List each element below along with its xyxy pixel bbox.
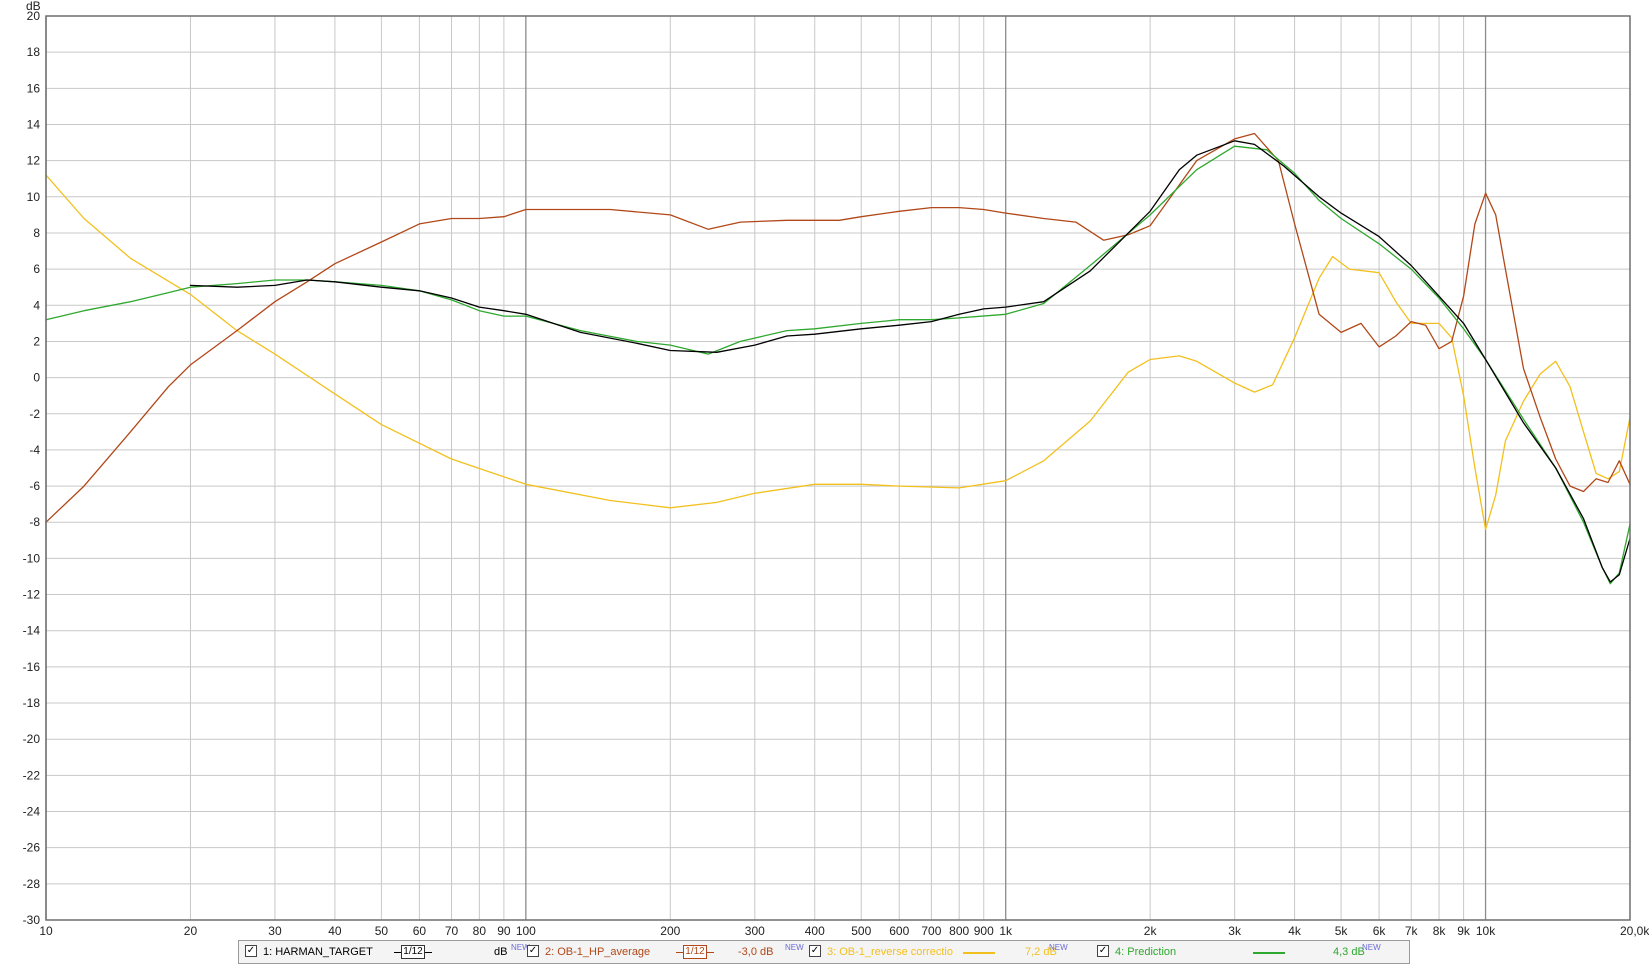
y-tick-label: 4 (33, 298, 40, 312)
x-tick-label: 100 (516, 924, 536, 938)
x-tick-label: 20,0k Hz (1620, 924, 1649, 938)
legend-item-harman-target[interactable]: ✓ 1: HARMAN_TARGET 1/12 dB NEW (245, 941, 530, 963)
legend: ✓ 1: HARMAN_TARGET 1/12 dB NEW ✓ 2: OB-1… (238, 940, 1410, 964)
frequency-response-chart: 20 18 16 14 12 10 8 6 4 2 0 -2 -4 -6 -8 -10 -12 -14 -16 -18… (0, 0, 1649, 965)
y-tick-label: 2 (33, 334, 40, 348)
x-tick-label: 5k (1335, 924, 1349, 938)
legend-item-ob1-hp-average[interactable]: ✓ 2: OB-1_HP_average 1/12 -3,0 dB NEW (527, 941, 807, 963)
plot-area: 20181614121086420-2-4-6-8-10-12-14-16-18… (0, 0, 1649, 965)
x-tick-label: 20 (184, 924, 198, 938)
new-badge: NEW (785, 943, 804, 952)
checkbox-icon[interactable]: ✓ (1097, 945, 1109, 957)
y-tick-label: 14 (27, 117, 41, 131)
x-tick-label: 80 (473, 924, 487, 938)
y-tick-label: -2 (29, 407, 40, 421)
smoothing-button[interactable]: 1/12 (683, 945, 707, 959)
x-tick-label: 300 (745, 924, 765, 938)
checkbox-icon[interactable]: ✓ (245, 945, 257, 957)
y-tick-label: 18 (27, 45, 41, 59)
x-tick-label: 2k (1144, 924, 1158, 938)
legend-label: 1: HARMAN_TARGET (263, 946, 373, 958)
y-axis-label: dB (26, 0, 41, 13)
legend-swatch (963, 952, 995, 954)
y-tick-label: -30 (23, 913, 41, 927)
y-tick-label: -8 (29, 515, 40, 529)
x-tick-label: 500 (851, 924, 871, 938)
new-badge: NEW (1049, 943, 1068, 952)
x-tick-label: 800 (949, 924, 969, 938)
x-tick-label: 9k (1457, 924, 1471, 938)
x-tick-label: 40 (328, 924, 342, 938)
legend-label: 4: Prediction (1115, 946, 1177, 958)
x-tick-label: 10k (1476, 924, 1496, 938)
x-tick-label: 6k (1373, 924, 1387, 938)
checkbox-icon[interactable]: ✓ (809, 945, 821, 957)
x-tick-label: 70 (445, 924, 459, 938)
x-tick-label: 700 (921, 924, 941, 938)
y-tick-label: -16 (23, 660, 41, 674)
y-tick-label: 6 (33, 262, 40, 276)
x-tick-label: 200 (660, 924, 680, 938)
legend-item-ob1-reverse-correction[interactable]: ✓ 3: OB-1_reverse correctio 7,2 dB NEW (809, 941, 1094, 963)
legend-label: 3: OB-1_reverse correctio (827, 946, 953, 958)
y-tick-label: -18 (23, 696, 41, 710)
x-tick-label: 900 (974, 924, 994, 938)
x-tick-label: 3k (1228, 924, 1242, 938)
x-tick-label: 90 (497, 924, 511, 938)
y-tick-label: -14 (23, 624, 41, 638)
y-tick-label: 8 (33, 226, 40, 240)
checkbox-icon[interactable]: ✓ (527, 945, 539, 957)
x-tick-label: 60 (413, 924, 427, 938)
x-tick-label: 600 (889, 924, 909, 938)
x-tick-label: 4k (1288, 924, 1302, 938)
legend-offset[interactable]: -3,0 dB (738, 941, 773, 963)
y-tick-label: -20 (23, 732, 41, 746)
legend-swatch (1253, 952, 1285, 954)
y-tick-label: 10 (27, 190, 41, 204)
x-tick-label: 1k (999, 924, 1013, 938)
y-tick-label: -28 (23, 877, 41, 891)
legend-offset[interactable]: 4,3 dB (1333, 941, 1365, 963)
y-tick-label: -12 (23, 588, 41, 602)
smoothing-button[interactable]: 1/12 (401, 945, 425, 959)
x-tick-label: 7k (1405, 924, 1419, 938)
y-tick-label: -26 (23, 841, 41, 855)
y-tick-label: 0 (33, 371, 40, 385)
new-badge: NEW (1362, 943, 1381, 952)
x-tick-label: 30 (268, 924, 282, 938)
y-tick-label: -22 (23, 768, 41, 782)
x-tick-label: 400 (805, 924, 825, 938)
legend-item-prediction[interactable]: ✓ 4: Prediction 4,3 dB NEW (1097, 941, 1387, 963)
x-tick-label: 10 (39, 924, 53, 938)
y-tick-label: -4 (29, 443, 40, 457)
y-tick-label: 16 (27, 81, 41, 95)
y-tick-label: -6 (29, 479, 40, 493)
y-tick-label: -24 (23, 805, 41, 819)
x-tick-label: 8k (1433, 924, 1447, 938)
x-tick-label: 50 (375, 924, 389, 938)
y-tick-label: -10 (23, 551, 41, 565)
legend-offset[interactable]: dB (494, 941, 507, 963)
y-tick-label: 12 (27, 154, 41, 168)
legend-label: 2: OB-1_HP_average (545, 946, 651, 958)
